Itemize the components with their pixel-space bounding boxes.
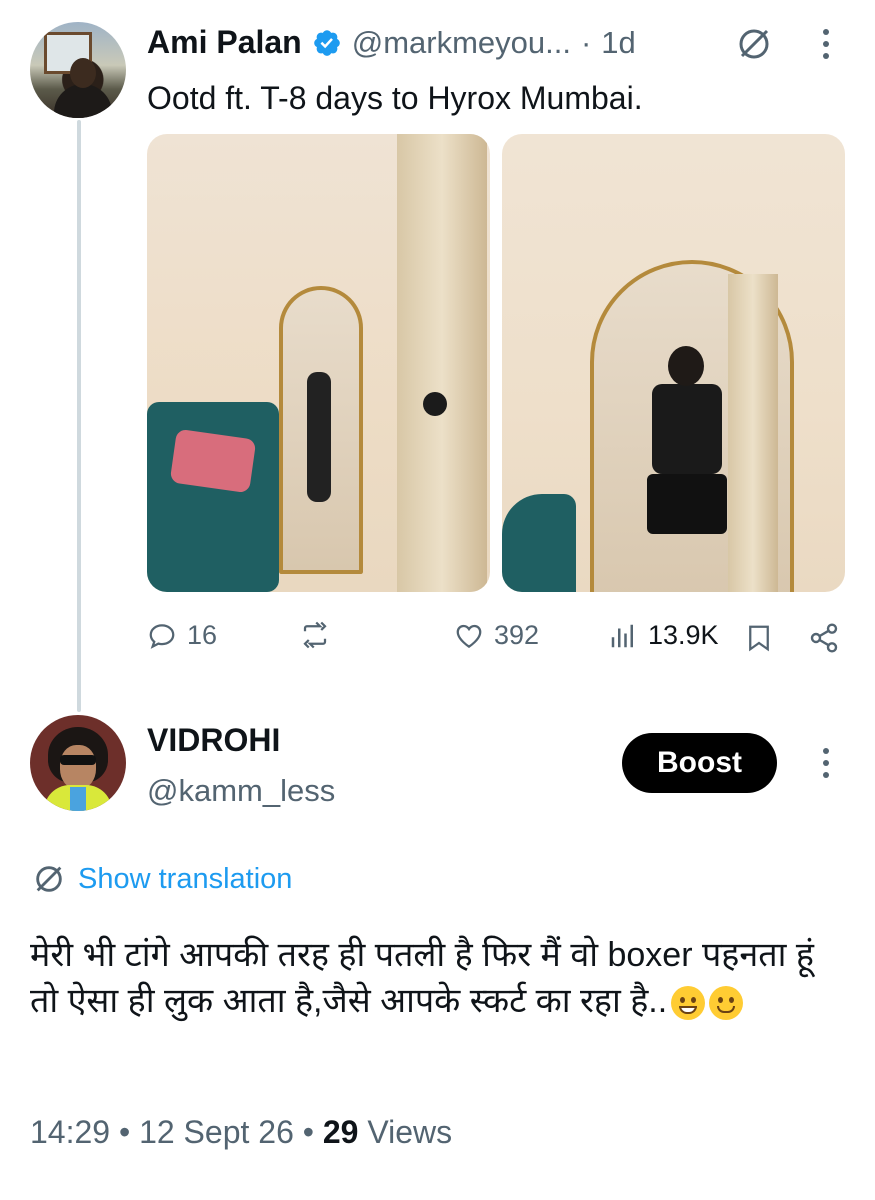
grok-translate-icon (36, 866, 62, 892)
meta-dot: • (302, 1114, 314, 1150)
reply-date[interactable]: 12 Sept 26 (139, 1114, 294, 1150)
reply-more-options-icon[interactable] (812, 745, 840, 786)
show-translation-label: Show translation (78, 862, 293, 895)
more-options-icon[interactable] (812, 26, 840, 67)
smiling-face-emoji (709, 986, 744, 1021)
reply-count: 16 (187, 620, 218, 650)
repost-icon (303, 621, 327, 649)
repost-action[interactable] (300, 620, 340, 650)
show-translation-link[interactable]: Show translation (32, 862, 292, 896)
views-count: 13.9K (648, 620, 719, 650)
reply-views-label: Views (367, 1114, 453, 1150)
boost-button[interactable]: Boost (622, 733, 777, 793)
tweet-header: Ami Palan @markmeyou... · 1d (147, 24, 636, 61)
author-name[interactable]: Ami Palan (147, 24, 302, 61)
verified-badge-icon[interactable] (312, 28, 342, 58)
tweet-text: Ootd ft. T-8 days to Hyrox Mumbai. (147, 80, 643, 116)
meta-dot: • (118, 1114, 131, 1150)
tweet-photo-2[interactable] (502, 134, 845, 592)
author-handle[interactable]: @markmeyou... (352, 25, 571, 61)
reply-time[interactable]: 14:29 (30, 1114, 110, 1150)
analytics-icon (611, 624, 633, 647)
thread-connector (77, 120, 81, 712)
bookmark-icon[interactable] (744, 622, 774, 659)
grinning-face-emoji (671, 986, 706, 1021)
views-action[interactable]: 13.9K (608, 620, 719, 651)
grok-icon[interactable] (736, 26, 772, 67)
author-avatar[interactable] (30, 22, 126, 118)
reply-author-handle[interactable]: @kamm_less (147, 773, 335, 809)
reply-action[interactable]: 16 (147, 620, 217, 651)
reply-author-avatar[interactable] (30, 715, 126, 811)
reply-author-name[interactable]: VIDROHI (147, 722, 280, 759)
share-icon[interactable] (808, 622, 840, 659)
like-count: 392 (494, 620, 540, 650)
reply-meta: 14:29 • 12 Sept 26 • 29 Views (30, 1114, 452, 1151)
reply-icon (149, 623, 175, 649)
like-action[interactable]: 392 (454, 620, 539, 651)
reply-text: मेरी भी टांगे आपकी तरह ही पतली है फिर मै… (30, 932, 830, 1024)
tweet-photo-1[interactable] (147, 134, 490, 592)
heart-icon (456, 624, 482, 648)
reply-views-count[interactable]: 29 (323, 1114, 359, 1150)
separator-dot: · (580, 24, 592, 60)
tweet-time[interactable]: 1d (601, 25, 635, 61)
